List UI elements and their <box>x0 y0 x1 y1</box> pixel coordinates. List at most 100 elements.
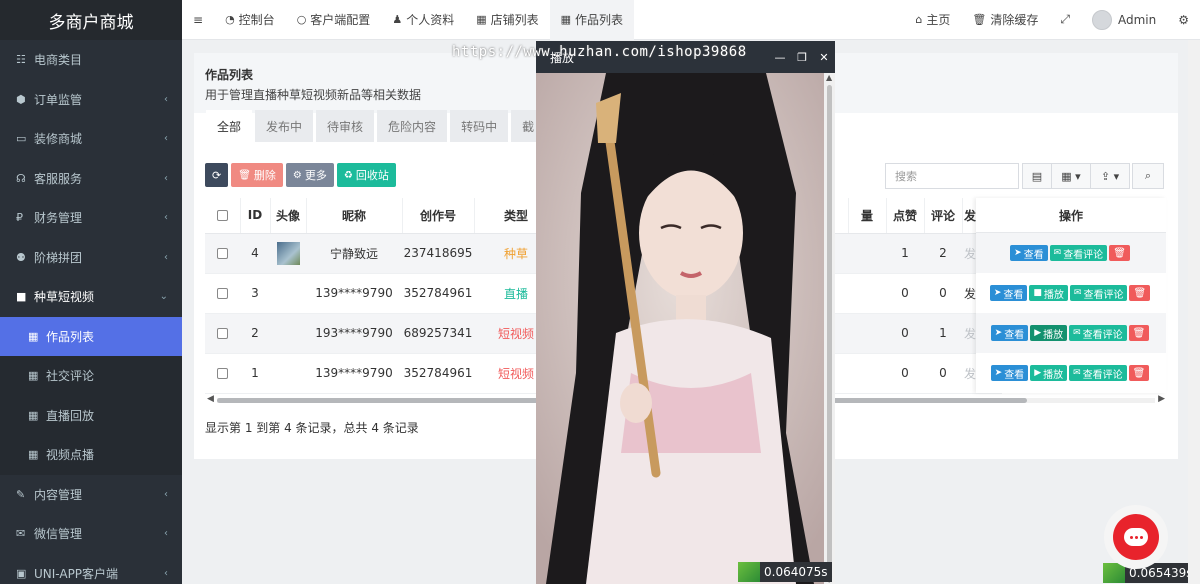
sidebar-item-3[interactable]: ☊ 客服服务 ‹ <box>0 159 182 199</box>
view-button[interactable]: ➤ 查看 <box>989 285 1028 301</box>
sidebar-item-12[interactable]: ✉ 微信管理 ‹ <box>0 514 182 554</box>
status-tabs: 全部 发布中 待审核 危险内容 转码中截 <box>206 110 548 142</box>
chevron-icon: ‹ <box>164 488 168 500</box>
table-icon: ▦ <box>28 448 39 462</box>
sidebar-item-11[interactable]: ✎ 内容管理 ‹ <box>0 475 182 515</box>
ops-row: ➤ 查看 ▶ 播放 ✉ 查看评论 🗑︎ <box>976 353 1166 393</box>
page-scrollbar[interactable] <box>1188 40 1200 584</box>
view-label: 查看 <box>1003 289 1024 301</box>
clear-cache-link[interactable]: 🗑︎ 清除缓存 <box>961 0 1049 40</box>
trash-icon: 🗑︎ <box>1133 287 1147 299</box>
home-link[interactable]: ⌂ 主页 <box>904 0 961 40</box>
play-button[interactable]: ▶ 播放 <box>1030 325 1068 341</box>
delete-row-button[interactable]: 🗑︎ <box>1128 365 1150 381</box>
cell-nickname: 139****9790 <box>306 273 402 314</box>
export-dropdown[interactable]: ⇪ ▾ <box>1090 163 1130 189</box>
top-tab-1[interactable]: ○ 客户端配置 <box>286 0 382 40</box>
tab-2[interactable]: 待审核 <box>316 110 375 142</box>
tab-0[interactable]: 全部 <box>206 110 253 142</box>
edit-icon: ✎ <box>16 487 26 501</box>
cell-creator-id: 352784961 <box>402 273 474 314</box>
more-button[interactable]: ⚙ 更多 <box>285 163 334 187</box>
avatar-thumbnail[interactable] <box>276 241 300 265</box>
user-menu[interactable]: Admin <box>1081 0 1167 40</box>
delete-button[interactable]: 🗑︎ 删除 <box>231 163 283 187</box>
refresh-button[interactable]: ⟳ <box>205 163 229 187</box>
row-checkbox[interactable] <box>217 288 228 299</box>
chat-button[interactable] <box>1104 505 1168 569</box>
minimize-icon[interactable]: — <box>769 51 791 64</box>
sidebar-item-2[interactable]: ▭ 装修商城 ‹ <box>0 119 182 159</box>
player-scrollbar[interactable]: ▲ ▼ <box>824 73 835 584</box>
view-button[interactable]: ➤ 查看 <box>990 325 1029 341</box>
video-frame[interactable] <box>536 73 824 584</box>
play-button[interactable]: ■ 播放 <box>1029 285 1068 301</box>
close-icon[interactable]: ✕ <box>813 51 835 64</box>
recycle-bin-button[interactable]: ♻ 回收站 <box>336 163 396 187</box>
top-tab-3[interactable]: ▦ 店铺列表 <box>465 0 549 40</box>
view-comments-button[interactable]: ✉ 查看评论 <box>1069 365 1127 381</box>
delete-row-button[interactable]: 🗑︎ <box>1129 285 1151 301</box>
sidebar-item-4[interactable]: ₽ 财务管理 ‹ <box>0 198 182 238</box>
comments-icon: ✉ <box>1053 248 1062 258</box>
top-tab-0[interactable]: ◔ 控制台 <box>214 0 286 40</box>
search-button[interactable]: ⌕ <box>1132 163 1164 189</box>
top-tab-label: 作品列表 <box>575 13 624 27</box>
sidebar-item-13[interactable]: ▣ UNI-APP客户端 ‹ <box>0 554 182 584</box>
row-checkbox[interactable] <box>217 328 228 339</box>
top-tab-2[interactable]: ♟ 个人资料 <box>381 0 465 40</box>
send-icon: ➤ <box>1014 248 1022 258</box>
settings-button[interactable]: ⚙ <box>1167 0 1200 40</box>
view-button[interactable]: ➤ 查看 <box>990 365 1029 381</box>
sidebar-item-label: 阶梯拼团 <box>34 250 83 265</box>
sidebar-item-1[interactable]: ⬢ 订单监管 ‹ <box>0 80 182 120</box>
column-header: 创作号 <box>402 198 475 234</box>
play-button[interactable]: ▶ 播放 <box>1030 365 1068 381</box>
maximize-icon[interactable]: ❐ <box>791 51 813 64</box>
row-checkbox[interactable] <box>217 248 228 259</box>
tab-4[interactable]: 转码中 <box>450 110 509 142</box>
sidebar-item-7[interactable]: ▦ 作品列表 <box>0 316 182 356</box>
select-all-checkbox[interactable] <box>216 210 228 222</box>
cell-creator-id: 352784961 <box>402 353 474 394</box>
sidebar-item-8[interactable]: ▦ 社交评论 <box>0 356 182 396</box>
sidebar-item-10[interactable]: ▦ 视频点播 <box>0 435 182 475</box>
timer-badge-left: 0.064075s <box>738 562 832 582</box>
table-icon: ▦ <box>28 329 39 343</box>
cell-nickname: 193****9790 <box>306 313 402 354</box>
scroll-left-icon[interactable]: ◀ <box>207 394 214 404</box>
scroll-up-icon[interactable]: ▲ <box>826 73 832 82</box>
column-header: 评论 <box>924 198 963 234</box>
brand-logo[interactable]: 多商户商城 <box>0 0 182 40</box>
search-input[interactable]: 搜索 <box>885 163 1019 189</box>
fullscreen-icon: ⤢ <box>1060 12 1070 26</box>
delete-row-button[interactable]: 🗑︎ <box>1109 245 1130 261</box>
tab-1[interactable]: 发布中 <box>255 110 314 142</box>
view-comments-button[interactable]: ✉ 查看评论 <box>1069 325 1127 341</box>
sidebar-item-0[interactable]: ☷ 电商类目 <box>0 40 182 80</box>
columns-dropdown[interactable]: ▦ ▾ <box>1051 163 1091 189</box>
headset-icon: ☊ <box>16 171 26 185</box>
view-comments-button[interactable]: ✉ 查看评论 <box>1049 245 1108 261</box>
toggle-view-button[interactable]: ▤ <box>1022 163 1052 189</box>
top-tab-4[interactable]: ▦ 作品列表 <box>549 0 635 40</box>
view-comments-button[interactable]: ✉ 查看评论 <box>1069 285 1128 301</box>
chevron-icon: ‹ <box>164 251 168 263</box>
timer-logo-icon <box>738 562 760 582</box>
cell-avatar <box>270 313 306 354</box>
menu-toggle-icon[interactable]: ≡ <box>182 0 214 40</box>
delete-row-button[interactable]: 🗑︎ <box>1128 325 1150 341</box>
row-checkbox[interactable] <box>217 368 228 379</box>
sidebar-item-label: 社交评论 <box>46 369 95 384</box>
scroll-right-icon[interactable]: ▶ <box>1158 394 1165 404</box>
view-button[interactable]: ➤ 查看 <box>1010 245 1048 261</box>
tab-3[interactable]: 危险内容 <box>377 110 448 142</box>
player-scroll-thumb[interactable] <box>827 85 832 570</box>
sidebar-item-5[interactable]: ⚉ 阶梯拼团 ‹ <box>0 238 182 278</box>
sidebar-item-label: 作品列表 <box>46 329 95 344</box>
sidebar-item-9[interactable]: ▦ 直播回放 <box>0 395 182 435</box>
sidebar-item-6[interactable]: ■ 种草短视频 ⌄ <box>0 277 182 317</box>
cell-views <box>848 233 886 274</box>
fullscreen-button[interactable]: ⤢ <box>1049 0 1081 40</box>
chat-icon <box>1113 514 1159 560</box>
